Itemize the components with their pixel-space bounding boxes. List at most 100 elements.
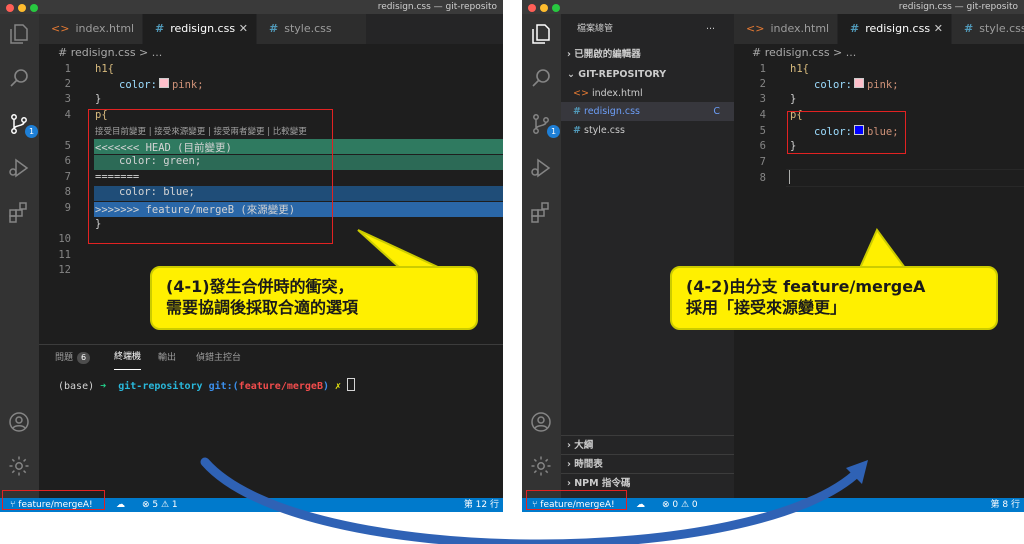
branch-annotation-box (2, 490, 105, 510)
tab-style-css[interactable]: # style.css (257, 14, 367, 44)
open-editors-section[interactable]: › 已開啟的編輯器 (561, 45, 734, 64)
tab-problems[interactable]: 問題 6 (55, 345, 91, 371)
outline-section[interactable]: › 大綱 (561, 435, 734, 455)
css-file-icon: # (850, 22, 860, 35)
resolution-callout: (4-2)由分支 feature/mergeA 採用「接受來源變更」 (670, 266, 998, 330)
css-file-icon: # (573, 125, 581, 136)
line-number: 8 (759, 172, 766, 184)
explorer-icon[interactable] (7, 22, 31, 46)
search-icon[interactable] (529, 66, 553, 90)
repo-section[interactable]: ⌄ GIT-REPOSITORY (561, 65, 734, 84)
settings-gear-icon[interactable] (529, 454, 553, 478)
cursor-position[interactable]: 第 12 行 (464, 498, 499, 512)
chevron-right-icon: › (567, 459, 571, 470)
code-line: color: pink; (119, 78, 204, 91)
css-file-icon: # (155, 22, 165, 35)
window-titlebar: redisign.css — git-reposito (0, 0, 503, 14)
run-debug-icon[interactable] (7, 156, 31, 180)
source-control-badge: 1 (547, 125, 560, 138)
timeline-section[interactable]: › 時間表 (561, 454, 734, 474)
css-file-icon: # (964, 22, 974, 35)
source-control-icon[interactable]: 1 (529, 112, 560, 138)
maximize-window-button[interactable] (30, 4, 38, 12)
line-number: 3 (759, 93, 766, 105)
breadcrumb[interactable]: # redisign.css > ... (752, 44, 856, 62)
line-number: 10 (58, 233, 71, 245)
editor-tab-bar: <> index.html # redisign.css ✕ # style.css (39, 14, 503, 44)
tab-style-css[interactable]: # style.css (952, 14, 1024, 44)
chevron-right-icon: › (567, 49, 571, 60)
tab-redisign-css[interactable]: # redisign.css ✕ (143, 14, 257, 44)
cursor-position[interactable]: 第 8 行 (991, 498, 1020, 512)
line-number: 2 (759, 78, 766, 90)
search-icon[interactable] (7, 66, 31, 90)
chevron-right-icon: › (567, 440, 571, 451)
branch-annotation-box (526, 490, 627, 510)
run-debug-icon[interactable] (529, 156, 553, 180)
close-tab-icon[interactable]: ✕ (239, 14, 248, 44)
extensions-icon[interactable] (7, 200, 31, 224)
tab-index-html[interactable]: <> index.html (734, 14, 838, 44)
line-number: 3 (64, 93, 71, 105)
line-number: 9 (64, 202, 71, 214)
activity-bar: 1 (522, 14, 561, 498)
css-file-icon: # (269, 22, 279, 35)
window-title: redisign.css — git-reposito (377, 2, 497, 12)
more-actions-icon[interactable]: ··· (706, 20, 726, 39)
breadcrumb[interactable]: # redisign.css > ... (58, 44, 162, 62)
window-titlebar: redisign.css — git-reposito (522, 0, 1024, 14)
close-window-button[interactable] (6, 4, 14, 12)
extensions-icon[interactable] (529, 200, 553, 224)
editor-tab-bar: <> index.html # redisign.css ✕ # style.css (734, 14, 1024, 44)
line-number: 11 (58, 249, 71, 261)
source-control-icon[interactable]: 1 (7, 112, 38, 138)
tab-debug-console[interactable]: 偵錯主控台 (196, 345, 241, 371)
chevron-down-icon: ⌄ (567, 69, 575, 80)
color-swatch[interactable] (158, 78, 169, 88)
line-number: 8 (64, 186, 71, 198)
problems-status[interactable]: ⊗ 5 ⚠ 1 (142, 498, 178, 512)
html-file-icon: <> (746, 22, 765, 35)
terminal-prompt[interactable]: (base) ➜ git-repository git:(feature/mer… (58, 378, 356, 392)
explorer-sidebar: 檔案總管 ··· › 已開啟的編輯器 ⌄ GIT-REPOSITORY <> i… (561, 14, 734, 498)
line-number: 2 (64, 78, 71, 90)
minimize-window-button[interactable] (540, 4, 548, 12)
terminal-cursor (347, 378, 356, 391)
sync-cloud-icon[interactable]: ☁ (116, 498, 125, 512)
file-item-style-css[interactable]: # style.css (561, 121, 734, 140)
line-number: 12 (58, 264, 71, 276)
css-file-icon: # (573, 106, 581, 117)
settings-gear-icon[interactable] (7, 454, 31, 478)
line-number: 1 (759, 63, 766, 75)
file-item-index-html[interactable]: <> index.html (561, 84, 734, 103)
bottom-panel-tabs: 問題 6 終端機 輸出 偵錯主控台 (39, 344, 503, 371)
line-number: 7 (64, 171, 71, 183)
html-file-icon: <> (51, 22, 70, 35)
tab-index-html[interactable]: <> index.html (39, 14, 143, 44)
problems-status[interactable]: ⊗ 0 ⚠ 0 (662, 498, 698, 512)
line-number: 1 (64, 63, 71, 75)
tab-terminal[interactable]: 終端機 (114, 345, 142, 370)
traffic-lights (528, 3, 564, 14)
minimize-window-button[interactable] (18, 4, 26, 12)
account-icon[interactable] (529, 410, 553, 434)
color-swatch[interactable] (853, 78, 864, 88)
maximize-window-button[interactable] (552, 4, 560, 12)
conflict-annotation-box (88, 109, 333, 244)
conflict-callout: (4-1)發生合併時的衝突， 需要協調後採取合適的選項 (150, 266, 478, 330)
right-editor-window: redisign.css — git-reposito 1 檔案總管 ··· ›… (522, 0, 1024, 512)
source-control-badge: 1 (25, 125, 38, 138)
current-line-highlight (786, 169, 1024, 187)
tab-redisign-css[interactable]: # redisign.css ✕ (838, 14, 952, 44)
file-item-redisign-css[interactable]: # redisign.css C (561, 102, 734, 121)
account-icon[interactable] (7, 410, 31, 434)
line-number: 6 (64, 155, 71, 167)
tab-output[interactable]: 輸出 (158, 345, 176, 371)
close-tab-icon[interactable]: ✕ (934, 14, 943, 44)
code-line: } (95, 93, 102, 105)
conflict-status-badge: C (713, 106, 720, 117)
sync-cloud-icon[interactable]: ☁ (636, 498, 645, 512)
traffic-lights (6, 3, 42, 14)
close-window-button[interactable] (528, 4, 536, 12)
explorer-icon[interactable] (529, 22, 553, 46)
